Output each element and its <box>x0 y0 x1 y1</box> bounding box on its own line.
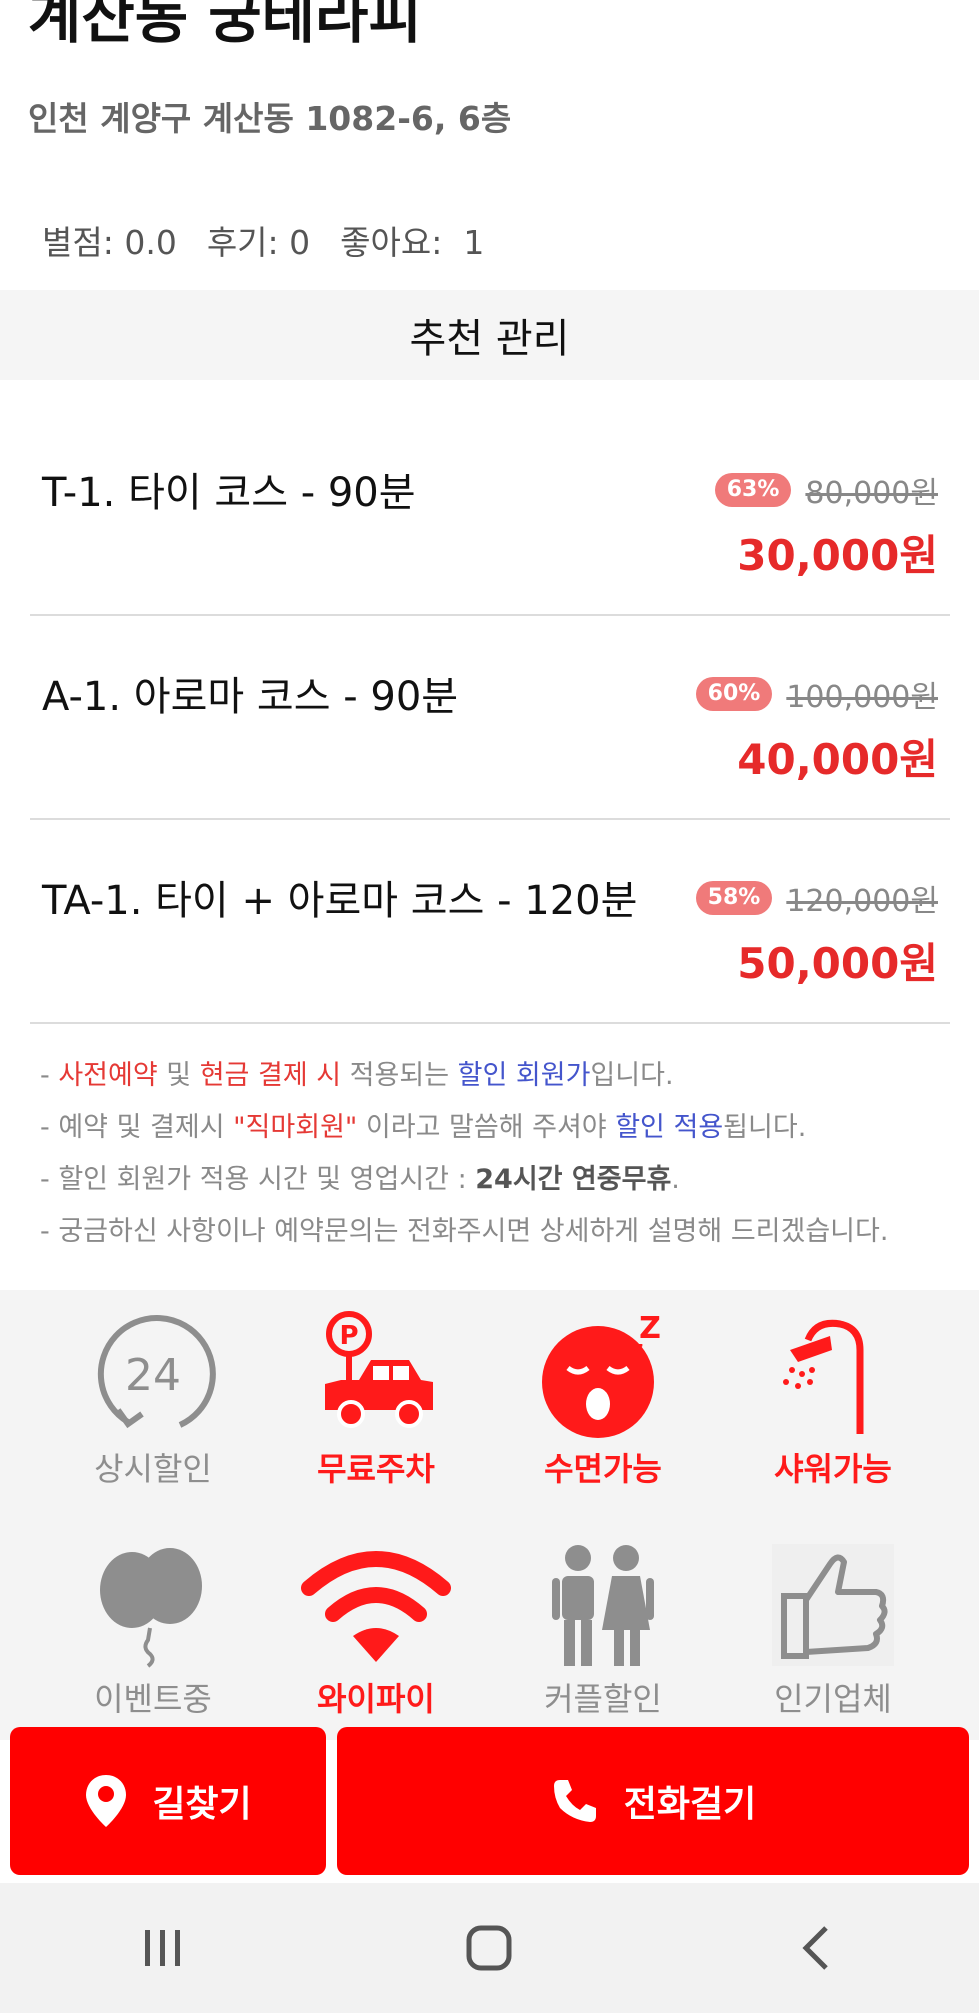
sale-price: 40,000원 <box>737 735 938 784</box>
thumbs-up-icon <box>772 1544 894 1666</box>
course-name: T-1. 타이 코스 - 90분 <box>42 470 416 516</box>
system-nav-bar <box>0 1883 979 2013</box>
rating-stat: 별점: 0.0 <box>42 223 177 262</box>
amenity-couple: 커플할인 <box>503 1540 703 1740</box>
section-title: 추천 관리 <box>409 316 570 362</box>
amenity-label: 무료주차 <box>317 1450 435 1488</box>
back-chevron-icon <box>802 1926 828 1970</box>
phone-icon <box>553 1780 596 1822</box>
amenity-24-hour: 24 상시할인 <box>53 1310 253 1510</box>
amenity-label: 이벤트중 <box>94 1680 212 1718</box>
call-button[interactable]: 전화걸기 <box>337 1727 969 1875</box>
svg-text:z: z <box>633 1338 643 1359</box>
course-item[interactable]: A-1. 아로마 코스 - 90분 60% 100,000원 40,000원 <box>30 614 950 820</box>
amenity-shower: 샤워가능 <box>733 1310 933 1510</box>
notice-line: - 할인 회원가 적용 시간 및 영업시간 : 24시간 연중무휴. <box>40 1164 680 1195</box>
amenity-label: 커플할인 <box>544 1680 662 1718</box>
course-item[interactable]: T-1. 타이 코스 - 90분 63% 80,000원 30,000원 <box>30 410 950 616</box>
recent-apps-button[interactable] <box>103 1926 223 1970</box>
shop-address: 인천 계양구 계산동 1082-6, 6층 <box>28 99 512 138</box>
shower-icon <box>783 1319 864 1434</box>
amenity-label: 샤워가능 <box>774 1450 892 1488</box>
amenity-wifi: 와이파이 <box>276 1540 476 1740</box>
notice-line: - 궁금하신 사항이나 예약문의는 전화주시면 상세하게 설명해 드리겠습니다. <box>40 1216 889 1247</box>
amenity-parking: P 무료주차 <box>276 1310 476 1510</box>
amenity-label: 상시할인 <box>94 1450 212 1488</box>
original-price: 100,000원 <box>786 680 938 715</box>
home-button[interactable] <box>429 1924 549 1972</box>
like-stat: 좋아요: 1 <box>340 223 485 262</box>
amenity-sleep: Z z 수면가능 <box>503 1310 703 1510</box>
recent-apps-icon <box>145 1930 181 1966</box>
notice-text: - 사전예약 및 현금 결제 시 적용되는 할인 회원가입니다. - 예약 및 … <box>40 1050 950 1258</box>
directions-button[interactable]: 길찾기 <box>10 1727 326 1875</box>
amenity-event: 이벤트중 <box>53 1540 253 1740</box>
sleeping-face-icon: Z z <box>542 1311 661 1438</box>
notice-line: - 예약 및 결제시 "직마회원" 이라고 말씀해 주셔야 할인 적용됩니다. <box>40 1112 807 1143</box>
notice-line: - 사전예약 및 현금 결제 시 적용되는 할인 회원가입니다. <box>40 1060 674 1091</box>
wifi-icon <box>301 1551 451 1662</box>
parking-car-icon: P <box>325 1311 433 1428</box>
discount-badge: 58% <box>695 881 773 915</box>
amenity-label: 와이파이 <box>317 1680 435 1718</box>
location-pin-icon <box>86 1775 127 1827</box>
course-name: TA-1. 타이 + 아로마 코스 - 120분 <box>42 878 638 924</box>
shop-stats: 별점: 0.0 후기: 0 좋아요: 1 <box>42 216 484 264</box>
call-label: 전화걸기 <box>623 1784 757 1825</box>
discount-badge: 60% <box>695 677 773 711</box>
couple-icon <box>552 1545 654 1666</box>
sale-price: 50,000원 <box>737 939 938 988</box>
original-price: 80,000원 <box>805 476 938 511</box>
discount-badge: 63% <box>714 473 792 507</box>
course-item[interactable]: TA-1. 타이 + 아로마 코스 - 120분 58% 120,000원 50… <box>30 818 950 1024</box>
home-icon <box>466 1925 512 1971</box>
review-stat: 후기: 0 <box>206 223 311 262</box>
back-button[interactable] <box>756 1924 876 1972</box>
directions-label: 길찾기 <box>152 1784 252 1825</box>
original-price: 120,000원 <box>786 884 938 919</box>
svg-text:24: 24 <box>125 1350 181 1401</box>
svg-text:P: P <box>339 1321 358 1351</box>
24-hour-icon: 24 <box>97 1315 216 1429</box>
amenity-label: 수면가능 <box>544 1450 662 1488</box>
sale-price: 30,000원 <box>737 531 938 580</box>
amenity-label: 인기업체 <box>774 1680 892 1718</box>
section-header: 추천 관리 <box>0 290 979 380</box>
course-name: A-1. 아로마 코스 - 90분 <box>42 674 459 720</box>
shop-title: 계산동 궁테라피 <box>28 0 422 51</box>
amenity-popular: 인기업체 <box>733 1540 933 1740</box>
balloons-icon <box>100 1548 202 1668</box>
